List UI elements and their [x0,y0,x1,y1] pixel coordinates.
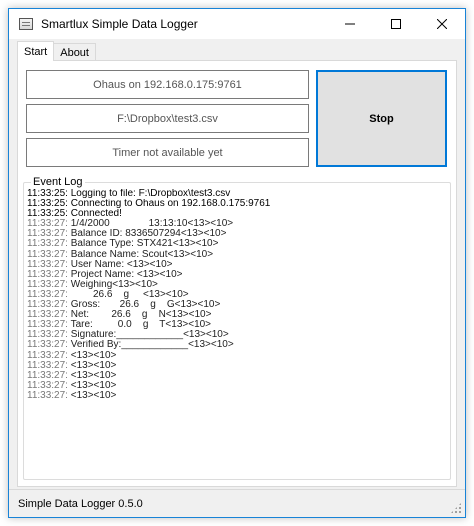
log-timestamp: 11:33:27: [27,229,68,240]
maximize-button[interactable] [373,9,419,39]
title-bar[interactable]: Smartlux Simple Data Logger [9,9,465,39]
tab-about[interactable]: About [53,43,96,61]
log-line: 11:33:27: <13><10> [27,391,445,401]
log-message: Project Name: <13><10> [67,269,183,280]
log-line: 11:33:27: Weighing<13><10> [27,280,445,290]
log-timestamp: 11:33:25: [27,199,68,210]
log-message: User Name: <13><10> [67,259,173,270]
start-tab-panel: Ohaus on 192.168.0.175:9761 F:\Dropbox\t… [17,60,457,487]
log-line: 11:33:27: 26.6 g <13><10> [27,290,445,300]
log-message: Balance Type: STX421<13><10> [67,239,219,250]
log-line: 11:33:27: Net: 26.6 g N<13><10> [27,310,445,320]
log-message: <13><10> [67,370,117,381]
close-icon [437,19,447,29]
log-message: <13><10> [67,350,117,361]
log-timestamp: 11:33:27: [27,269,68,280]
log-message: Gross: 26.6 g G<13><10> [67,300,221,311]
log-message: Logging to file: F:\Dropbox\test3.csv [67,189,231,199]
log-timestamp: 11:33:25: [27,209,68,220]
log-line: 11:33:25: Connecting to Ohaus on 192.168… [27,199,445,209]
log-message: 26.6 g <13><10> [67,289,189,300]
log-line: 11:33:27: <13><10> [27,351,445,361]
log-line: 11:33:27: <13><10> [27,361,445,371]
app-icon [19,18,33,30]
stop-button[interactable]: Stop [316,70,447,167]
log-line: 11:33:27: Project Name: <13><10> [27,270,445,280]
log-line: 11:33:25: Connected! [27,209,445,219]
log-line: 11:33:27: <13><10> [27,371,445,381]
log-timestamp: 11:33:27: [27,380,68,391]
event-log-group: Event Log 11:33:25: Logging to file: F:\… [23,176,451,480]
connection-label: Ohaus on 192.168.0.175:9761 [26,70,309,99]
maximize-icon [391,19,401,29]
status-text: Simple Data Logger 0.5.0 [18,497,143,510]
log-message: Tare: 0.0 g T<13><10> [67,320,212,331]
event-log-title: Event Log [31,176,85,188]
log-line: 11:33:27: Signature:____________<13><10> [27,330,445,340]
tab-strip: Start About [17,41,96,61]
log-timestamp: 11:33:27: [27,340,68,351]
log-timestamp: 11:33:27: [27,320,68,331]
minimize-icon [345,23,355,25]
log-message: Verified By:____________<13><10> [67,340,234,351]
resize-grip-icon[interactable] [450,502,462,514]
log-line: 11:33:25: Logging to file: F:\Dropbox\te… [27,189,445,199]
minimize-button[interactable] [327,9,373,39]
log-line: 11:33:27: Balance Name: Scout<13><10> [27,250,445,260]
log-timestamp: 11:33:27: [27,259,68,270]
log-line: 11:33:27: Balance ID: 8336507294<13><10> [27,229,445,239]
log-message: Weighing<13><10> [67,279,158,290]
log-timestamp: 11:33:27: [27,289,68,300]
log-line: 11:33:27: 1/4/2000 13:13:10<13><10> [27,219,445,229]
window-title: Smartlux Simple Data Logger [41,17,198,31]
log-timestamp: 11:33:27: [27,249,68,260]
file-path-label: F:\Dropbox\test3.csv [26,104,309,133]
event-log-list[interactable]: 11:33:25: Logging to file: F:\Dropbox\te… [27,189,445,475]
log-timestamp: 11:33:27: [27,360,68,371]
log-message: Signature:____________<13><10> [67,330,229,341]
log-line: 11:33:27: User Name: <13><10> [27,260,445,270]
timer-label: Timer not available yet [26,138,309,167]
log-timestamp: 11:33:27: [27,300,68,311]
log-message: Connecting to Ohaus on 192.168.0.175:976… [67,199,271,210]
log-message: <13><10> [67,380,117,391]
log-timestamp: 11:33:27: [27,219,68,230]
log-line: 11:33:27: Balance Type: STX421<13><10> [27,239,445,249]
log-message: Connected! [67,209,122,220]
log-timestamp: 11:33:27: [27,350,68,361]
log-timestamp: 11:33:27: [27,279,68,290]
log-timestamp: 11:33:27: [27,390,68,401]
app-window: Smartlux Simple Data Logger Start About … [8,8,466,518]
log-message: <13><10> [67,360,117,371]
tab-start[interactable]: Start [17,41,55,61]
log-message: Net: [67,310,112,321]
status-bar: Simple Data Logger 0.5.0 [9,489,465,517]
log-message: 1/4/2000 13:13:10<13><10> [67,219,234,230]
close-button[interactable] [419,9,465,39]
log-timestamp: 11:33:27: [27,310,68,321]
log-line: 11:33:27: Verified By:____________<13><1… [27,340,445,350]
log-message: <13><10> [67,390,117,401]
log-line: 11:33:27: <13><10> [27,381,445,391]
log-timestamp: 11:33:27: [27,239,68,250]
log-line: 11:33:27: Tare: 0.0 g T<13><10> [27,320,445,330]
log-message: Balance Name: Scout<13><10> [67,249,214,260]
log-timestamp: 11:33:27: [27,330,68,341]
log-line: 11:33:27: Gross: 26.6 g G<13><10> [27,300,445,310]
log-message: Balance ID: 8336507294<13><10> [67,229,227,240]
log-message: g N<13><10> [130,310,212,321]
log-timestamp: 11:33:25: [27,189,68,199]
log-timestamp: 11:33:27: [27,370,68,381]
log-highlighted-value: 26.6 [111,310,131,321]
